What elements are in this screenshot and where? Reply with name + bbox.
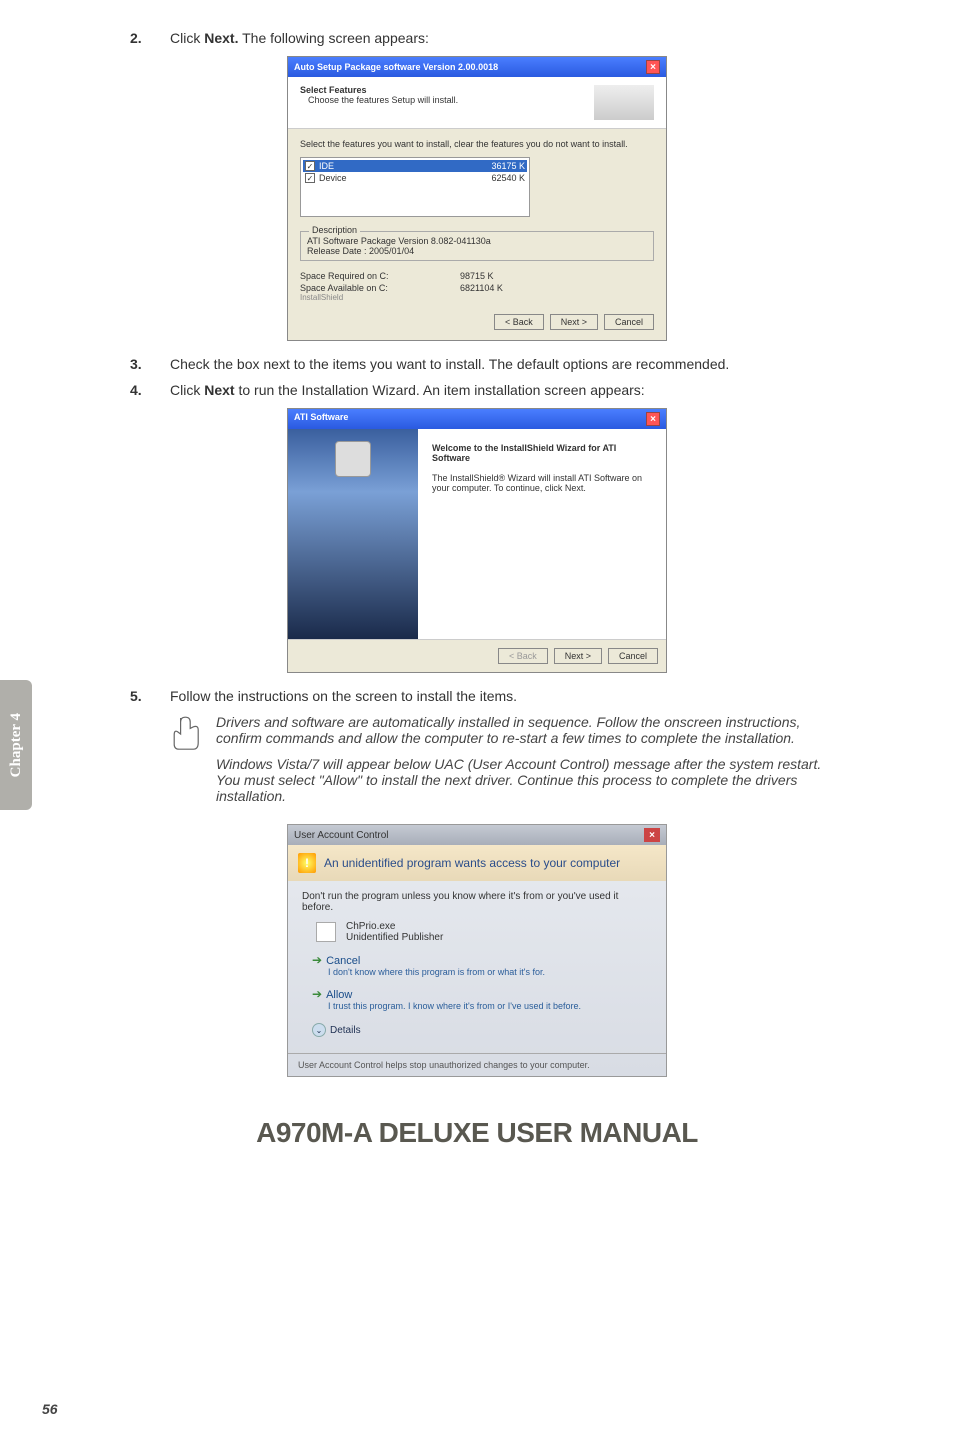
chapter-tab-label: Chapter 4 [8,713,25,777]
instruction-text: Select the features you want to install,… [300,139,654,149]
close-icon[interactable]: × [644,828,660,842]
step-text: Click Next to run the Installation Wizar… [170,382,904,398]
installshield-label: InstallShield [300,293,654,302]
step-num: 5. [130,688,170,704]
arrow-icon: ➔ [312,953,322,967]
step-text: Check the box next to the items you want… [170,356,904,372]
step-text: Click Next. The following screen appears… [170,30,904,46]
cancel-button[interactable]: Cancel [608,648,658,664]
chapter-tab: Chapter 4 [0,680,32,810]
select-features-dialog: Auto Setup Package software Version 2.00… [287,56,667,341]
cancel-button[interactable]: Cancel [604,314,654,330]
manual-title: A970M-A DELUXE USER MANUAL [50,1117,904,1149]
page-number: 56 [42,1401,58,1417]
description-box: Description ATI Software Package Version… [300,231,654,261]
step-num: 2. [130,30,170,46]
header-image [594,85,654,120]
details-toggle[interactable]: ⌄ Details [312,1023,652,1037]
shield-icon: ! [298,853,316,873]
uac-footer: User Account Control helps stop unauthor… [288,1053,666,1076]
feature-device[interactable]: ✓ Device 62540 K [303,172,527,184]
note-p1: Drivers and software are automatically i… [216,714,824,746]
titlebar: User Account Control × [288,825,666,845]
step-num: 4. [130,382,170,398]
step-num: 3. [130,356,170,372]
step-2: 2. Click Next. The following screen appe… [50,30,904,46]
dialog-title: User Account Control [294,830,389,841]
step-5: 5. Follow the instructions on the screen… [50,688,904,704]
arrow-icon: ➔ [312,987,322,1001]
uac-headline: An unidentified program wants access to … [324,856,620,870]
close-icon[interactable]: × [646,60,660,74]
back-button[interactable]: < Back [494,314,544,330]
wizard-heading: Welcome to the InstallShield Wizard for … [432,443,652,463]
uac-warning: Don't run the program unless you know wh… [302,891,652,913]
titlebar: Auto Setup Package software Version 2.00… [288,57,666,77]
header-subtitle: Choose the features Setup will install. [308,95,458,105]
checkbox-device[interactable]: ✓ [305,173,315,183]
header-title: Select Features [300,85,458,95]
feature-ide[interactable]: ✓ IDE 36175 K [303,160,527,172]
space-available: Space Available on C: 6821104 K [300,283,654,293]
cancel-option[interactable]: ➔Cancel I don't know where this program … [312,953,652,977]
allow-option[interactable]: ➔Allow I trust this program. I know wher… [312,987,652,1011]
space-required: Space Required on C: 98715 K [300,271,654,281]
note-p2: Windows Vista/7 will appear below UAC (U… [216,756,824,804]
uac-header: ! An unidentified program wants access t… [288,845,666,881]
pointing-hand-icon [170,714,204,754]
dialog-title: Auto Setup Package software Version 2.00… [294,62,498,72]
program-name: ChPrio.exe [346,921,443,932]
ati-software-dialog: ATI Software × Welcome to the InstallShi… [287,408,667,673]
feature-list[interactable]: ✓ IDE 36175 K ✓ Device 62540 K [300,157,530,217]
box-icon [335,441,371,477]
note-block: Drivers and software are automatically i… [170,714,824,814]
program-publisher: Unidentified Publisher [346,932,443,943]
dialog-header: Select Features Choose the features Setu… [288,77,666,129]
step-text: Follow the instructions on the screen to… [170,688,904,704]
close-icon[interactable]: × [646,412,660,426]
wizard-body: The InstallShield® Wizard will install A… [432,473,652,493]
next-button[interactable]: Next > [550,314,598,330]
titlebar: ATI Software × [288,409,666,429]
step-3: 3. Check the box next to the items you w… [50,356,904,372]
program-info: ChPrio.exe Unidentified Publisher [316,921,652,943]
step-4: 4. Click Next to run the Installation Wi… [50,382,904,398]
chevron-down-icon: ⌄ [312,1023,326,1037]
uac-dialog: User Account Control × ! An unidentified… [287,824,667,1077]
program-icon [316,922,336,942]
wizard-side-image [288,429,418,639]
back-button: < Back [498,648,548,664]
checkbox-ide[interactable]: ✓ [305,161,315,171]
dialog-title: ATI Software [294,412,348,426]
next-button[interactable]: Next > [554,648,602,664]
